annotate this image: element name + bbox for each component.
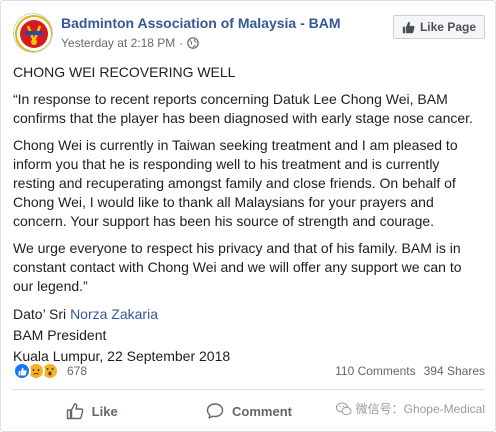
comment-button[interactable]: Comment [170,393,327,429]
globe-icon[interactable] [187,37,200,49]
post-meta: Yesterday at 2:18 PM · [61,36,200,50]
post-paragraph: “In response to recent reports concernin… [13,91,473,126]
post-header: Badminton Association of Malaysia - BAM … [13,11,485,55]
post-title: CHONG WEI RECOVERING WELL [13,64,236,80]
watermark-text: 微信号：Ghope-Medical [355,402,485,416]
reactions-bar: 678 110 Comments 394 Shares [13,362,485,380]
comments-count-link[interactable]: 110 Comments [335,364,415,378]
post-paragraph: Chong Wei is currently in Taiwan seeking… [13,137,458,229]
wechat-icon [335,402,352,415]
shares-count-link[interactable]: 394 Shares [424,364,485,378]
reaction-count[interactable]: 678 [67,364,87,378]
like-button[interactable]: Like [13,393,170,429]
post-paragraph: We urge everyone to respect his privacy … [13,240,462,294]
bam-logo-icon [15,15,52,52]
post-timestamp[interactable]: Yesterday at 2:18 PM [61,36,175,50]
signature-line: Dato’ Sri Norza Zakaria [13,304,485,325]
facebook-post-card: Badminton Association of Malaysia - BAM … [0,0,496,432]
post-body: CHONG WEI RECOVERING WELL “In response t… [13,63,485,367]
like-icon [13,362,31,380]
like-label: Like [91,403,118,419]
meta-separator: · [179,36,184,50]
signature-prefix: Dato’ Sri [13,306,71,322]
reaction-icons[interactable] [13,362,59,380]
page-avatar[interactable] [13,13,53,53]
page-name-link[interactable]: Badminton Association of Malaysia - BAM [61,15,341,31]
wechat-watermark: 微信号：Ghope-Medical [335,400,485,417]
signature-name-link[interactable]: Norza Zakaria [70,306,158,322]
like-page-label: Like Page [419,20,476,34]
post-stats: 110 Comments 394 Shares [335,364,485,378]
comment-icon [206,403,224,419]
actions-divider [13,389,485,390]
like-page-button[interactable]: Like Page [392,15,485,39]
thumbs-up-outline-icon [66,403,84,420]
signature-role: BAM President [13,327,107,343]
comment-label: Comment [232,403,292,419]
thumbs-up-icon [402,21,415,33]
